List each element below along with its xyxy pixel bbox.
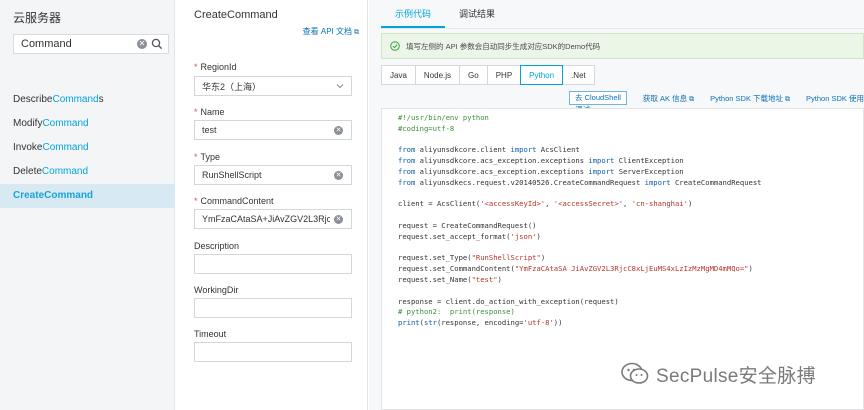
tab-1[interactable]: 调试结果 <box>445 0 509 28</box>
required-mark: * <box>194 196 198 206</box>
language-tabs: Java Node.js Go PHP Python .Net <box>381 65 595 85</box>
api-title: CreateCommand <box>194 9 278 21</box>
command-content-label: * CommandContent <box>194 196 274 206</box>
sdk-usage-label: Python SDK 使用 <box>806 93 864 103</box>
name-label: * Name <box>194 107 225 117</box>
timeout-field[interactable] <box>194 342 352 362</box>
timeout-input[interactable] <box>195 347 330 357</box>
chevron-down-icon <box>336 84 344 89</box>
code-block: #!/usr/bin/env python #coding=utf-8 from… <box>398 113 762 328</box>
sidebar-item-match: Command <box>41 166 89 177</box>
required-mark: * <box>194 152 198 162</box>
required-mark: * <box>194 62 198 72</box>
parameter-form: CreateCommand 查看 API 文档⧉ *RegionId *Name… <box>176 0 368 410</box>
working-dir-field[interactable] <box>194 298 352 318</box>
sidebar-item-describecommand[interactable]: DescribeCommands <box>0 88 175 112</box>
sidebar-title: 云服务器 <box>13 11 62 25</box>
api-list: DescribeCommands ModifyCommand InvokeComma… <box>0 88 175 208</box>
region-select[interactable] <box>194 76 352 96</box>
command-content-field[interactable]: ✕ <box>194 209 352 229</box>
timeout-label: Timeout <box>194 329 227 339</box>
sidebar-item-match: Command <box>52 94 99 105</box>
type-label-text: Type <box>200 152 221 162</box>
sidebar-item-prefix: Create <box>13 190 45 201</box>
name-input[interactable] <box>195 125 330 135</box>
app-root: 云服务器 ✕ DescribeCommandsModifyCommandInvo… <box>0 0 864 410</box>
external-link-icon: ⧉ <box>689 95 695 103</box>
view-api-doc-label: 查看 API 文档 <box>302 27 352 36</box>
api-search-input[interactable] <box>14 38 134 50</box>
external-link-icon: ⧉ <box>354 29 359 36</box>
external-link-icon: ⧉ <box>785 95 791 103</box>
description-label: Description <box>194 241 240 251</box>
sidebar-item-modifycommand[interactable]: ModifyCommand <box>0 112 175 136</box>
tab-0[interactable]: 示例代码 <box>381 0 446 28</box>
code-actions: 去 CloudShell 调试 获取 AK 信息⧉ Python SDK 下载地… <box>569 90 864 114</box>
region-label-text: RegionId <box>200 62 237 72</box>
sidebar-item-match: Command <box>42 142 89 153</box>
sdk-download-label: Python SDK 下载地址 <box>710 93 784 103</box>
sdk-download-link[interactable]: Python SDK 下载地址 ⧉ <box>710 93 790 104</box>
sidebar-item-prefix: Delete <box>13 166 42 177</box>
language-tab-nodejs[interactable]: Node.js <box>414 65 461 85</box>
language-tab-java[interactable]: Java <box>381 65 416 85</box>
get-ak-label: 获取 AK 信息 <box>642 93 688 103</box>
get-ak-link[interactable]: 获取 AK 信息 ⧉ <box>643 93 694 104</box>
sidebar-item-match: Command <box>44 190 94 201</box>
language-tab-go[interactable]: Go <box>459 65 488 85</box>
working-dir-input[interactable] <box>195 303 330 313</box>
language-tab-php[interactable]: PHP <box>486 65 522 85</box>
sync-notice-text: 填写左侧的 API 参数会自动同步生成对应SDK的Demo代码 <box>406 41 601 51</box>
required-mark: * <box>194 107 198 117</box>
sidebar-item-match: Command <box>42 118 89 129</box>
clear-command-content-icon[interactable]: ✕ <box>334 214 343 224</box>
clear-type-icon[interactable]: ✕ <box>334 170 343 180</box>
cloudshell-debug-button[interactable]: 去 CloudShell 调试 <box>569 91 627 114</box>
command-content-input[interactable] <box>195 214 330 224</box>
sidebar-item-suffix: s <box>98 94 104 105</box>
result-tabs: 示例代码 调试结果 <box>381 0 509 28</box>
clear-search-icon[interactable]: ✕ <box>137 39 147 49</box>
type-field[interactable]: ✕ <box>194 165 352 185</box>
sync-notice: 填写左侧的 API 参数会自动同步生成对应SDK的Demo代码 <box>381 33 864 59</box>
clear-name-icon[interactable]: ✕ <box>334 125 343 135</box>
sidebar: 云服务器 ✕ DescribeCommandsModifyCommandInvo… <box>0 0 175 410</box>
sidebar-item-prefix: Invoke <box>13 142 43 153</box>
language-tab-net[interactable]: .Net <box>562 65 595 85</box>
region-label: * RegionId <box>194 62 237 72</box>
sidebar-item-createcommand[interactable]: CreateCommand <box>0 184 175 208</box>
sidebar-item-prefix: Modify <box>13 118 43 129</box>
name-field[interactable]: ✕ <box>194 120 352 140</box>
code-panel: 示例代码 调试结果 填写左侧的 API 参数会自动同步生成对应SDK的Demo代码… <box>369 0 864 410</box>
watermark-text: SecPulse安全脉搏 <box>656 365 816 387</box>
command-content-label-text: CommandContent <box>200 196 274 206</box>
wechat-logo-icon <box>621 362 649 384</box>
description-field[interactable] <box>194 254 352 274</box>
working-dir-label: WorkingDir <box>194 285 239 295</box>
sidebar-item-invokecommand[interactable]: InvokeCommand <box>0 136 175 160</box>
search-icon[interactable] <box>151 38 163 50</box>
check-circle-icon <box>390 41 400 51</box>
sdk-usage-link[interactable]: Python SDK 使用 <box>806 93 864 104</box>
api-search-box: ✕ <box>13 34 169 54</box>
type-label: * Type <box>194 152 220 162</box>
type-input[interactable] <box>195 170 330 180</box>
language-tab-python[interactable]: Python <box>520 65 564 85</box>
watermark: SecPulse安全脉搏 <box>620 360 816 388</box>
sidebar-item-deletecommand[interactable]: DeleteCommand <box>0 160 175 184</box>
name-label-text: Name <box>200 107 225 117</box>
region-value[interactable] <box>195 81 330 91</box>
description-input[interactable] <box>195 259 330 269</box>
sidebar-item-prefix: Describe <box>13 94 53 105</box>
view-api-doc-link[interactable]: 查看 API 文档 ⧉ <box>303 26 359 37</box>
tab-divider <box>381 28 864 29</box>
